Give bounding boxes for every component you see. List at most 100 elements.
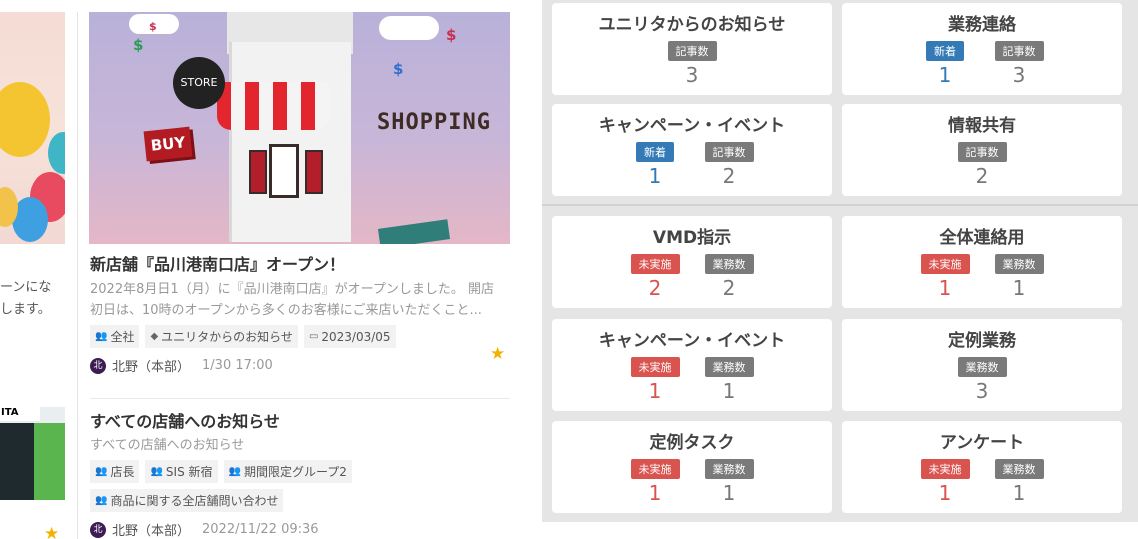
- stat-undone[interactable]: 未実施 1: [630, 357, 680, 403]
- undone-badge: 未実施: [630, 459, 680, 479]
- tag-group[interactable]: 👥 店長: [90, 460, 140, 483]
- avatar: 北: [90, 521, 106, 538]
- count-badge: 業務数: [994, 459, 1044, 479]
- partial-desc-line: ーンにな: [0, 280, 52, 295]
- stat-value: 2: [975, 164, 989, 188]
- tag-group[interactable]: 👥 SIS 新宿: [145, 460, 218, 483]
- stat-count[interactable]: 業務数 1: [704, 459, 754, 505]
- stat-count[interactable]: 業務数 1: [994, 254, 1044, 300]
- stat-count[interactable]: 業務数 2: [704, 254, 754, 300]
- count-badge: 業務数: [957, 357, 1007, 377]
- stat-value: 1: [938, 276, 952, 300]
- stat-count[interactable]: 記事数 3: [667, 41, 717, 87]
- stat-value: 1: [938, 481, 952, 505]
- new-badge: 新着: [926, 41, 964, 61]
- dashboard-panel[interactable]: アンケート 未実施 1 業務数 1: [842, 421, 1122, 513]
- stat-value: 1: [722, 481, 736, 505]
- buy-sign: BUY: [143, 126, 193, 162]
- stat-value: 1: [938, 63, 952, 87]
- group-icon: 👥: [95, 466, 108, 477]
- dollar-icon: $: [446, 26, 457, 44]
- star-icon[interactable]: ★: [490, 344, 505, 364]
- article-tags: 👥 全社 ◆ ユニリタからのお知らせ ▭ 2023/03/05: [90, 325, 510, 348]
- store-building: [229, 42, 351, 242]
- tag-group[interactable]: 👥 全社: [90, 325, 140, 348]
- article-tags: 👥 店長 👥 SIS 新宿 👥 期間限定グループ2: [90, 460, 510, 483]
- stat-count[interactable]: 業務数 1: [994, 459, 1044, 505]
- undone-badge: 未実施: [920, 459, 970, 479]
- stat-value: 2: [648, 276, 662, 300]
- count-badge: 業務数: [704, 357, 754, 377]
- tag-label: ユニリタからのお知らせ: [161, 330, 293, 344]
- panel-stats: 未実施 1 業務数 1: [842, 459, 1122, 505]
- stat-value: 3: [975, 379, 989, 403]
- stat-new[interactable]: 新着 1: [920, 41, 970, 87]
- group-icon: 👥: [95, 495, 108, 506]
- article-datetime: 2022/11/22 09:36: [202, 522, 319, 537]
- stat-count[interactable]: 記事数 3: [994, 41, 1044, 87]
- store-awning: [217, 82, 329, 130]
- tag-date: ▭ 2023/03/05: [303, 325, 396, 348]
- balloon-shape: [0, 82, 50, 157]
- tag-label: 期間限定グループ2: [243, 465, 347, 479]
- tag-icon: ◆: [150, 331, 159, 342]
- dashboard-panel[interactable]: キャンペーン・イベント 未実施 1 業務数 1: [552, 319, 832, 411]
- panel-title: VMD指示: [652, 228, 732, 248]
- partial-news-card[interactable]: ーンにな します。 ITA ★: [0, 0, 78, 539]
- article-author: 北 北野（本部） 1/30 17:00: [90, 356, 510, 375]
- dashboard-panel[interactable]: 情報共有記事数 2: [842, 104, 1122, 196]
- dashboard-panel[interactable]: キャンペーン・イベント新着 1 記事数 2: [552, 104, 832, 196]
- dashboard-panel[interactable]: ユニリタからのお知らせ 記事数 3: [552, 3, 832, 95]
- news-item[interactable]: すべての店舗へのお知らせ すべての店舗へのお知らせ 👥 店長 👥 SIS 新宿 👥 期…: [90, 408, 510, 539]
- panel-title: キャンペーン・イベント: [598, 116, 786, 136]
- dashboard-panel[interactable]: 全体連絡用未実施 1 業務数 1: [842, 216, 1122, 308]
- article-desc-line: 初日は、10時のオープンから多くのお客様にご来店いただくこと...: [90, 303, 482, 318]
- column-divider: [77, 12, 78, 539]
- dashboard-panel[interactable]: 業務連絡 新着 1 記事数 3: [842, 3, 1122, 95]
- stat-count[interactable]: 記事数 2: [704, 142, 754, 188]
- magazine-thumbnail[interactable]: ITA: [0, 407, 65, 500]
- tag-category[interactable]: ◆ ユニリタからのお知らせ: [145, 325, 298, 348]
- balloon-thumbnail[interactable]: [0, 12, 65, 244]
- dashboard-panel[interactable]: VMD指示 未実施 2 業務数 2: [552, 216, 832, 308]
- article-datetime: 1/30 17:00: [202, 358, 273, 373]
- group-icon: 👥: [150, 466, 163, 477]
- article-title[interactable]: すべての店舗へのお知らせ: [90, 408, 510, 432]
- undone-badge: 未実施: [630, 357, 680, 377]
- panel-title: 情報共有: [948, 116, 1016, 136]
- count-badge: 記事数: [957, 142, 1007, 162]
- stat-count[interactable]: 業務数 3: [957, 357, 1007, 403]
- stat-undone[interactable]: 未実施 1: [630, 459, 680, 505]
- stat-value: 2: [722, 164, 736, 188]
- dashboard-panel[interactable]: 定例タスク 未実施 1 業務数 1: [552, 421, 832, 513]
- article-tags: 👥 商品に関する全店舗問い合わせ: [90, 489, 510, 512]
- tag-label: 商品に関する全店舗問い合わせ: [110, 494, 279, 508]
- magazine-cover: [0, 423, 34, 500]
- stat-undone[interactable]: 未実施 2: [630, 254, 680, 300]
- article-desc-line: 2022年8月日1（月）に『品川港南口店』がオープンしました。 開店: [90, 282, 494, 297]
- avatar: 北: [90, 357, 106, 374]
- tag-group[interactable]: 👥 商品に関する全店舗問い合わせ: [90, 489, 284, 512]
- panel-title: 全体連絡用: [939, 228, 1025, 248]
- stat-value: 1: [1012, 481, 1026, 505]
- stat-undone[interactable]: 未実施 1: [920, 459, 970, 505]
- article-thumbnail[interactable]: $ $ $ $ STORE BUY SHOPPING: [89, 12, 510, 244]
- count-badge: 記事数: [994, 41, 1044, 61]
- stat-new[interactable]: 新着 1: [630, 142, 680, 188]
- stat-count[interactable]: 業務数 1: [704, 357, 754, 403]
- stat-value: 1: [648, 379, 662, 403]
- article-title[interactable]: 新店舗『品川港南口店』オープン！: [90, 251, 510, 275]
- news-item[interactable]: 新店舗『品川港南口店』オープン！ 2022年8月日1（月）に『品川港南口店』がオ…: [90, 251, 510, 375]
- panel-stats: 新着 1 記事数 3: [842, 41, 1122, 87]
- dollar-icon: $: [393, 60, 404, 78]
- panel-stats: 未実施 1 業務数 1: [842, 254, 1122, 300]
- panel-title: アンケート: [939, 433, 1025, 453]
- store-door: [269, 144, 299, 198]
- count-badge: 業務数: [704, 254, 754, 274]
- stat-undone[interactable]: 未実施 1: [920, 254, 970, 300]
- dashboard-panel[interactable]: 定例業務 業務数 3: [842, 319, 1122, 411]
- stat-count[interactable]: 記事数 2: [957, 142, 1007, 188]
- tag-label: 全社: [110, 330, 135, 344]
- star-icon[interactable]: ★: [44, 524, 59, 539]
- tag-group[interactable]: 👥 期間限定グループ2: [223, 460, 352, 483]
